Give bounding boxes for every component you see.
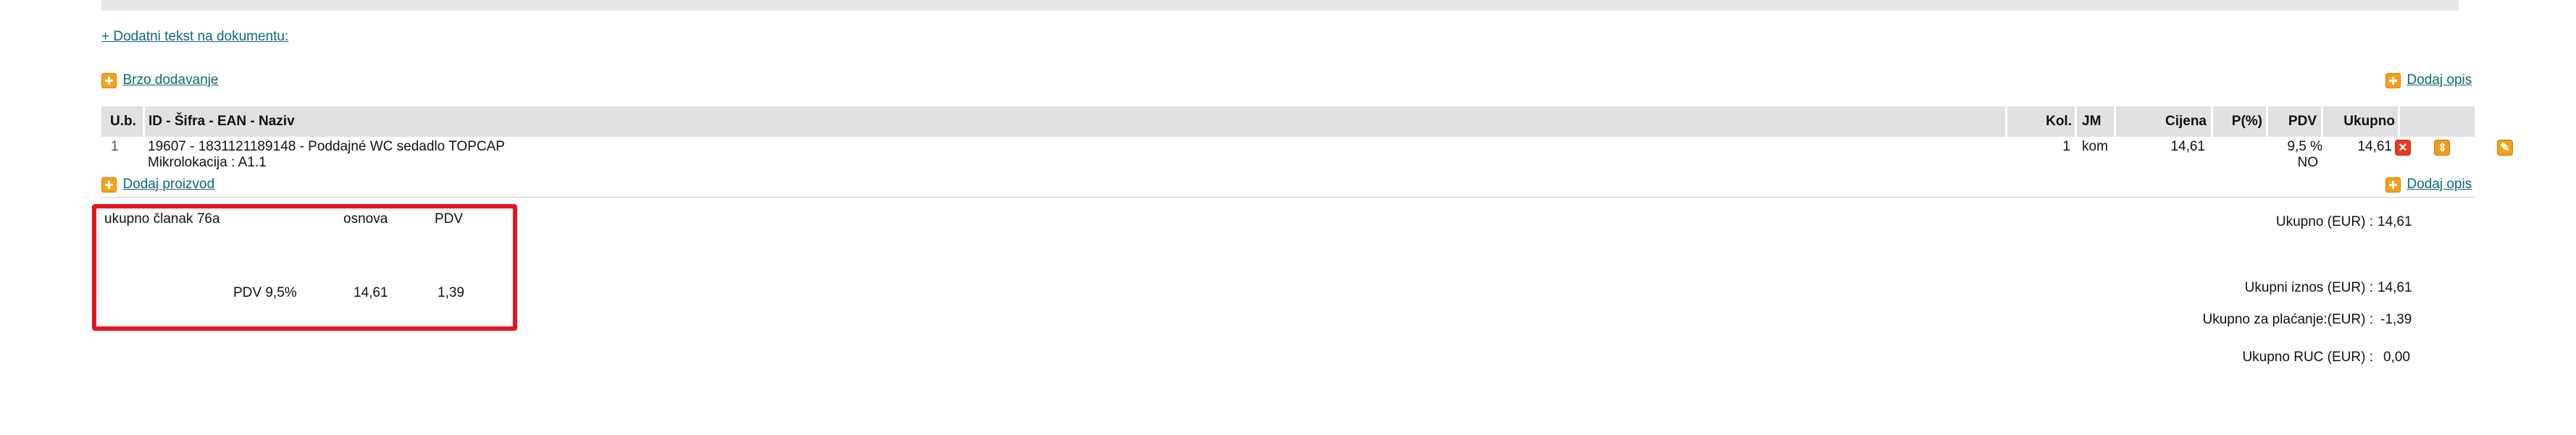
- ruc-value: 0,00: [2383, 350, 2410, 365]
- column-divider: [2075, 106, 2077, 137]
- table-row[interactable]: 1 19607 - 1831121189148 - Poddajné WC se…: [101, 137, 2513, 177]
- quick-add-control[interactable]: Brzo dodavanje: [101, 72, 219, 89]
- payable-value: -1,39: [2380, 312, 2412, 327]
- add-product-control[interactable]: Dodaj proizvod: [101, 177, 214, 193]
- col-header-name: ID - Šifra - EAN - Naziv: [149, 114, 295, 129]
- edit-row-icon[interactable]: ✎: [2496, 140, 2513, 156]
- vat-summary-base-header: osnova: [343, 211, 388, 227]
- quick-add-link[interactable]: Brzo dodavanje: [122, 72, 218, 88]
- col-header-total: Ukupno: [2343, 114, 2395, 129]
- vat-amount-value: 1,39: [438, 285, 464, 300]
- payable-label: Ukupno za plaćanje:(EUR) :: [2202, 312, 2374, 327]
- row-product-name: 19607 - 1831121189148 - Poddajné WC seda…: [148, 139, 505, 154]
- plus-icon: [101, 73, 117, 89]
- total-value: 14,61: [2378, 214, 2412, 229]
- vat-base-value: 14,61: [354, 285, 388, 300]
- col-header-vat: PDV: [2288, 114, 2317, 129]
- col-header-discount: P(%): [2231, 114, 2262, 129]
- row-price: 14,61: [2170, 139, 2205, 154]
- vat-summary-label: ukupno članak 76a: [104, 211, 220, 227]
- col-header-unit: JM: [2082, 114, 2102, 129]
- row-microlocation: Mikrolokacija : A1.1: [148, 155, 267, 170]
- col-header-qty: Kol.: [2046, 114, 2072, 129]
- vat-summary-vat-header: PDV: [435, 211, 464, 227]
- total-label: Ukupno (EUR) :: [2275, 214, 2373, 229]
- plus-icon: [2385, 177, 2401, 193]
- add-description-bottom-control[interactable]: Dodaj opis: [2385, 177, 2472, 193]
- add-product-link[interactable]: Dodaj proizvod: [122, 177, 214, 192]
- column-divider: [143, 106, 145, 137]
- amount-label: Ukupni iznos (EUR) :: [2244, 280, 2373, 295]
- add-description-control[interactable]: Dodaj opis: [2385, 72, 2472, 89]
- col-header-price: Cijena: [2165, 114, 2207, 129]
- plus-icon: [101, 177, 117, 193]
- move-row-icon[interactable]: ⇕: [2434, 140, 2451, 156]
- column-divider: [2398, 106, 2400, 137]
- delete-row-icon[interactable]: ✕: [2395, 140, 2411, 156]
- row-unit: kom: [2082, 139, 2108, 154]
- additional-text-link[interactable]: + Dodatni tekst na dokumentu:: [101, 29, 288, 45]
- col-header-ub: U.b.: [110, 114, 136, 129]
- amount-value: 14,61: [2378, 280, 2412, 295]
- row-ub: 1: [111, 139, 119, 154]
- divider: [101, 197, 2475, 198]
- row-qty: 1: [2062, 139, 2070, 154]
- plus-icon: [2385, 73, 2401, 89]
- add-description-bottom-link[interactable]: Dodaj opis: [2406, 177, 2472, 192]
- add-description-link[interactable]: Dodaj opis: [2406, 72, 2472, 88]
- ruc-label: Ukupno RUC (EUR) :: [2242, 350, 2373, 365]
- row-total: 14,61: [2357, 139, 2392, 154]
- row-vat: 9,5 %: [2287, 139, 2322, 154]
- vat-rate-label: PDV 9,5%: [233, 285, 297, 300]
- row-vat-code: NO: [2297, 155, 2319, 170]
- top-panel-bar: [101, 0, 2459, 11]
